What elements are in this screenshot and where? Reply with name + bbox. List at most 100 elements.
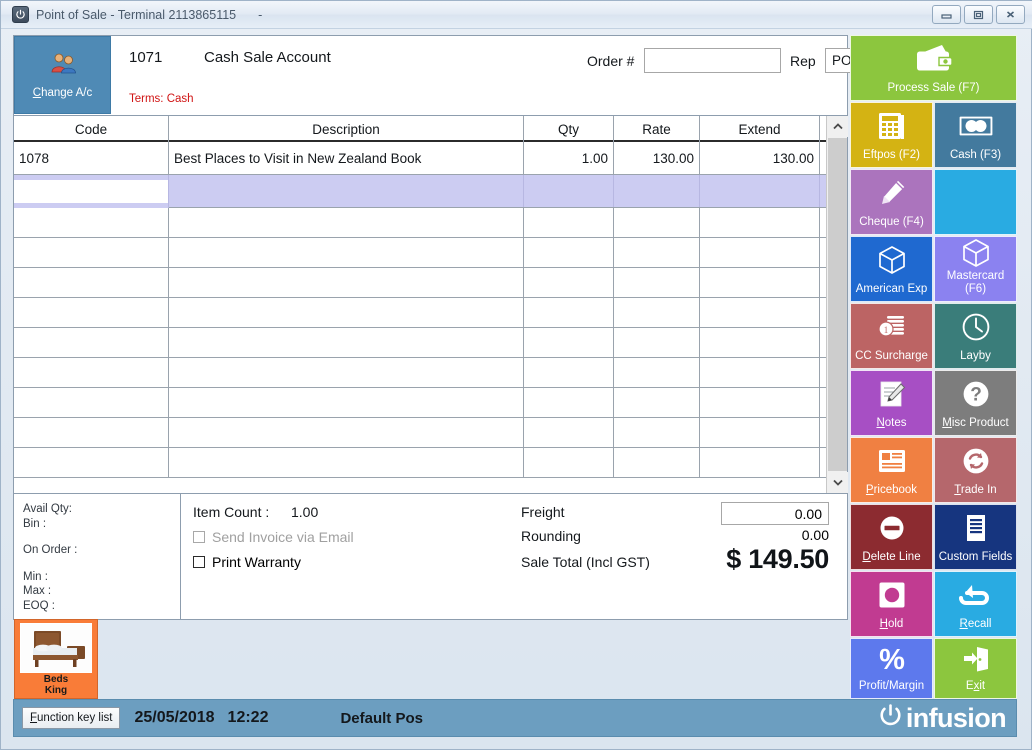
misc-product-button[interactable]: ? Misc Product <box>934 370 1017 436</box>
clock-icon <box>961 304 991 350</box>
table-row[interactable] <box>14 238 826 268</box>
status-pos-name: Default Pos <box>340 709 423 727</box>
notes-button[interactable]: Notes <box>850 370 933 436</box>
bottom-info-area: Avail Qty: Bin : On Order : Min : Max : … <box>14 493 847 619</box>
tile-label: Cheque (F4) <box>859 215 924 228</box>
window-controls <box>932 5 1025 24</box>
cube-icon <box>877 237 907 283</box>
quick-product-label: Beds King <box>43 674 69 697</box>
checkbox-box <box>193 556 205 568</box>
table-row[interactable] <box>14 418 826 448</box>
restore-icon[interactable] <box>964 5 993 24</box>
account-terms: Terms: Cash <box>129 93 194 105</box>
totals-panel: Item Count : 1.00 Send Invoice via Email… <box>181 494 847 619</box>
pos-window: Point of Sale - Terminal 2113865115 - Ch… <box>0 0 1032 750</box>
rep-label: Rep <box>790 53 816 69</box>
eftpos-button[interactable]: Eftpos (F2) <box>850 102 933 168</box>
table-row[interactable] <box>14 268 826 298</box>
delete-line-button[interactable]: Delete Line <box>850 504 933 570</box>
column-header-description: Description <box>169 116 524 142</box>
minimize-icon[interactable] <box>932 5 961 24</box>
table-row[interactable] <box>14 388 826 418</box>
tile-label: American Exp <box>855 282 928 295</box>
book-icon <box>877 438 907 484</box>
window-subtitle: - <box>258 7 263 22</box>
stock-info-panel: Avail Qty: Bin : On Order : Min : Max : … <box>14 494 181 619</box>
tile-label: Notes <box>876 416 907 429</box>
chevron-down-icon[interactable] <box>827 472 848 493</box>
brand-name: infusion <box>905 702 1007 733</box>
change-account-label: Change A/c <box>32 87 93 99</box>
status-time: 12:22 <box>227 709 269 726</box>
status-date: 25/05/2018 <box>134 709 215 726</box>
action-tiles-panel: Process Sale (F7) Eftpos (F2) Cash (F3) … <box>850 35 1017 699</box>
cell-description: Best Places to Visit in New Zealand Book <box>169 142 524 174</box>
print-warranty-checkbox[interactable]: Print Warranty <box>193 554 301 570</box>
account-info: 1071 Cash Sale Account Terms: Cash Order… <box>112 36 932 114</box>
notepad-pencil-icon <box>877 371 907 417</box>
send-invoice-label: Send Invoice via Email <box>212 529 354 545</box>
column-header-extend: Extend <box>700 116 820 142</box>
tile-label: Pricebook <box>865 483 918 496</box>
table-row[interactable] <box>14 328 826 358</box>
table-row[interactable] <box>14 448 826 478</box>
layby-button[interactable]: Layby <box>934 303 1017 369</box>
svg-text:?: ? <box>970 384 982 405</box>
recall-button[interactable]: Recall <box>934 571 1017 637</box>
profit-margin-button[interactable]: % Profit/Margin <box>850 638 933 699</box>
cell-code-editor[interactable] <box>14 175 169 208</box>
table-row[interactable] <box>14 358 826 388</box>
cash-button[interactable]: Cash (F3) <box>934 102 1017 168</box>
change-account-button[interactable]: Change A/c <box>14 36 111 114</box>
refresh-icon <box>961 438 991 484</box>
tile-label: Exit <box>965 679 986 692</box>
avail-qty-label: Avail Qty: <box>23 503 72 515</box>
chevron-up-icon[interactable] <box>827 116 848 137</box>
function-key-list-button[interactable]: Function key list <box>22 707 121 729</box>
column-header-code: Code <box>14 116 169 142</box>
main-panel: Change A/c 1071 Cash Sale Account Terms:… <box>13 35 932 620</box>
eoq-label: EOQ : <box>23 599 55 612</box>
table-row-selected[interactable] <box>14 175 826 208</box>
checkbox-box <box>193 531 205 543</box>
cheque-button[interactable]: Cheque (F4) <box>850 169 933 235</box>
order-number-label: Order # <box>587 53 635 69</box>
scrollbar-thumb[interactable] <box>828 138 847 471</box>
empty-tile[interactable] <box>934 169 1017 235</box>
cube-icon <box>961 237 991 270</box>
quick-product-tile[interactable]: Beds King <box>14 619 98 699</box>
tile-label: Cash (F3) <box>949 148 1002 161</box>
mastercard-button[interactable]: Mastercard (F6) <box>934 236 1017 302</box>
table-row[interactable]: 1078 Best Places to Visit in New Zealand… <box>14 142 826 175</box>
account-header: Change A/c 1071 Cash Sale Account Terms:… <box>14 36 932 114</box>
process-sale-button[interactable]: Process Sale (F7) <box>850 35 1017 101</box>
rounding-label: Rounding <box>521 528 581 544</box>
svg-text:1: 1 <box>883 325 888 335</box>
tile-label: Misc Product <box>942 416 1009 429</box>
table-row[interactable] <box>14 208 826 238</box>
cc-surcharge-button[interactable]: 1 CC Surcharge <box>850 303 933 369</box>
cell-description <box>169 175 524 207</box>
hold-button[interactable]: Hold <box>850 571 933 637</box>
sale-total-value: $ 149.50 <box>726 544 829 574</box>
exit-button[interactable]: Exit <box>934 638 1017 699</box>
tile-label: Mastercard (F6) <box>946 269 1005 295</box>
cell-extend <box>700 175 820 207</box>
grid-vertical-scrollbar[interactable] <box>826 116 848 493</box>
custom-fields-button[interactable]: Custom Fields <box>934 504 1017 570</box>
trade-in-button[interactable]: Trade In <box>934 437 1017 503</box>
tile-label: Custom Fields <box>938 550 1013 563</box>
order-number-input[interactable] <box>644 48 781 73</box>
column-header-rate: Rate <box>614 116 700 142</box>
table-row[interactable] <box>14 298 826 328</box>
tile-label: Trade In <box>954 483 997 496</box>
tile-label: Layby <box>960 349 991 362</box>
close-icon[interactable] <box>996 5 1025 24</box>
send-invoice-checkbox[interactable]: Send Invoice via Email <box>193 529 354 545</box>
american-express-button[interactable]: American Exp <box>850 236 933 302</box>
tile-label: Delete Line <box>862 550 921 563</box>
freight-input[interactable] <box>721 502 829 525</box>
banknote-icon <box>957 103 994 149</box>
print-warranty-label: Print Warranty <box>212 554 301 570</box>
pricebook-button[interactable]: Pricebook <box>850 437 933 503</box>
